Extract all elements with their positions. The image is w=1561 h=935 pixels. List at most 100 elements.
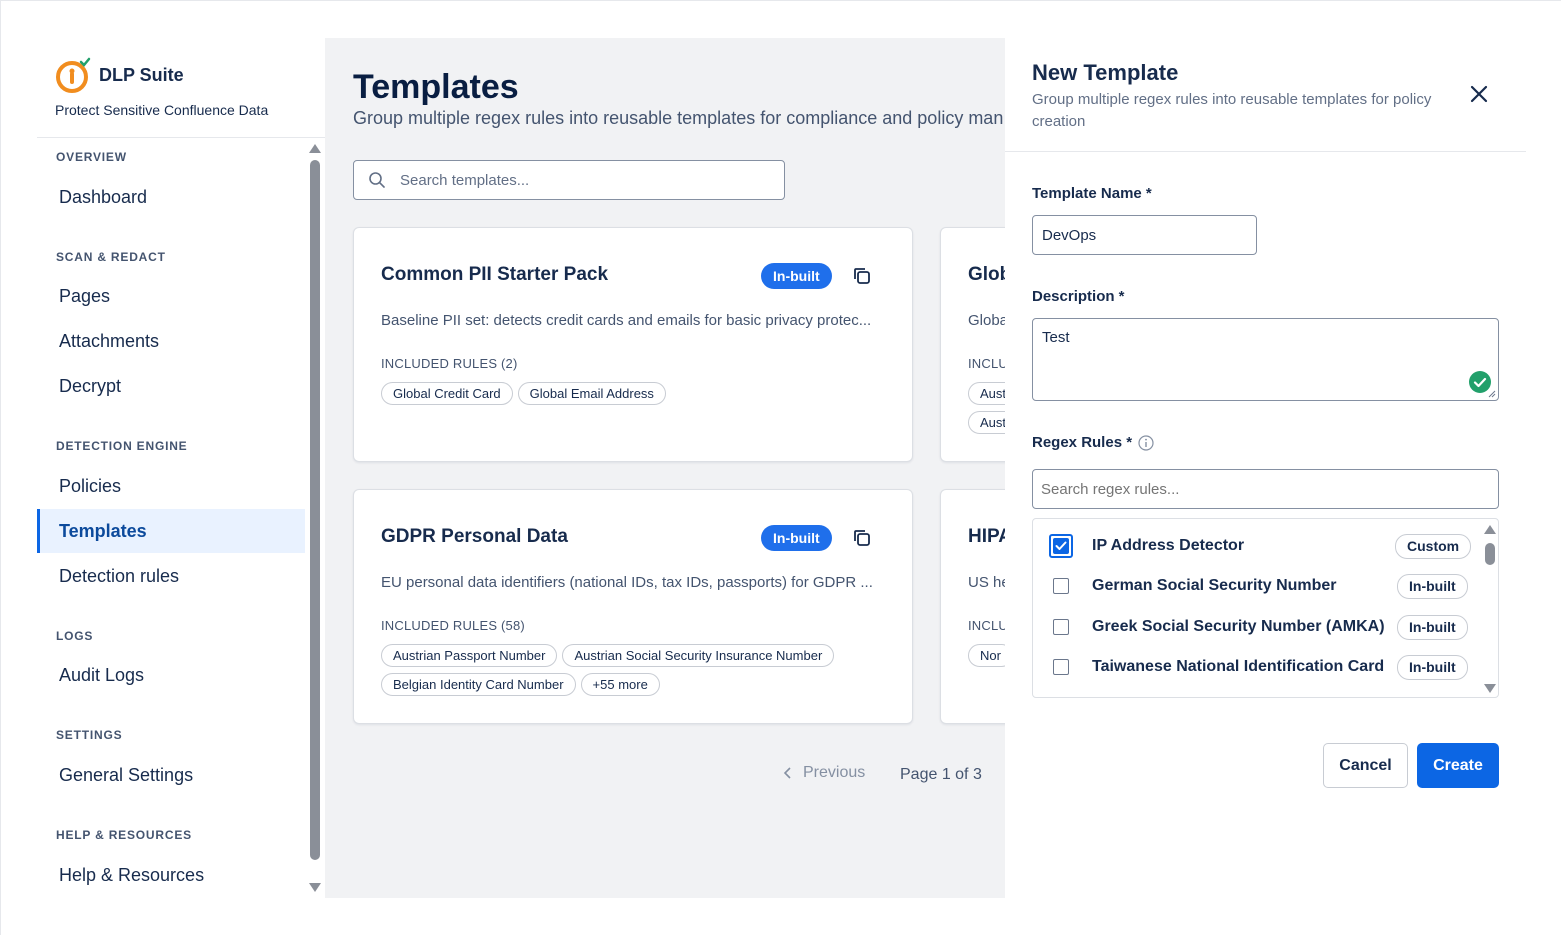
template-name-input[interactable] [1032, 215, 1257, 255]
rule-row-german-ssn[interactable]: German Social Security Number In-built [1033, 566, 1483, 606]
included-rules-label: INCLU [968, 618, 1005, 633]
checkmark-icon [1053, 538, 1069, 554]
sidebar-item-pages[interactable]: Pages [37, 274, 305, 318]
rule-checkbox[interactable] [1053, 578, 1069, 594]
included-rules-label: INCLU [968, 356, 1005, 371]
scroll-up-arrow-icon[interactable] [309, 144, 321, 153]
card-description: Globa [968, 312, 1005, 329]
page-subtitle: Group multiple regex rules into reusable… [353, 108, 1004, 128]
inbuilt-badge: In-built [761, 263, 832, 289]
template-card-common-pii[interactable]: Common PII Starter Pack In-built Baselin… [353, 227, 913, 462]
divider [1005, 151, 1526, 152]
rule-chips: Austrian Passport Number Austrian Social… [381, 644, 901, 696]
template-card-global[interactable]: Glob Globa INCLU Aust Aust [940, 227, 1005, 462]
sidebar-item-dashboard[interactable]: Dashboard [37, 175, 305, 219]
brand-name: DLP Suite [99, 64, 184, 85]
card-title: Glob [968, 264, 1005, 285]
rule-checkbox[interactable] [1053, 619, 1069, 635]
page-title: Templates [353, 68, 519, 106]
info-icon[interactable] [1138, 434, 1154, 451]
nav-section-logs: LOGS [56, 629, 94, 643]
chevron-left-icon [783, 767, 791, 779]
inbuilt-badge: In-built [761, 525, 832, 551]
regex-rules-label-row: Regex Rules * [1032, 434, 1154, 451]
new-template-drawer: New Template Group multiple regex rules … [1005, 38, 1526, 898]
sidebar-item-attachments[interactable]: Attachments [37, 319, 305, 363]
search-templates-input[interactable] [400, 171, 780, 189]
cancel-button[interactable]: Cancel [1323, 743, 1408, 788]
rule-row-taiwanese-id[interactable]: Taiwanese National Identification Card I… [1033, 647, 1483, 687]
rule-chip: Aust [968, 411, 1005, 434]
close-icon[interactable] [1467, 82, 1491, 106]
card-title: Common PII Starter Pack [381, 264, 609, 285]
rule-name: Greek Social Security Number (AMKA) [1092, 618, 1385, 635]
rule-name: Taiwanese National Identification Card [1092, 658, 1385, 675]
sidebar: DLP Suite Protect Sensitive Confluence D… [37, 38, 325, 898]
template-name-label: Template Name * [1032, 185, 1152, 202]
rule-name: German Social Security Number [1092, 577, 1337, 594]
sidebar-nav: OVERVIEW Dashboard SCAN & REDACT Pages A… [37, 138, 307, 898]
regex-rules-search-input[interactable] [1032, 469, 1499, 509]
rule-row-greek-amka[interactable]: Greek Social Security Number (AMKA) In-b… [1033, 607, 1483, 647]
resize-handle-icon[interactable] [1488, 390, 1496, 398]
card-description: Baseline PII set: detects credit cards a… [381, 312, 872, 329]
main-content: Templates Group multiple regex rules int… [325, 38, 1005, 898]
rule-checkbox[interactable] [1053, 659, 1069, 675]
description-value: Test [1042, 329, 1070, 346]
description-label: Description * [1032, 288, 1125, 305]
more-rules-chip[interactable]: +55 more [580, 673, 660, 696]
regex-rules-list: IP Address Detector Custom German Social… [1032, 518, 1499, 698]
rule-chip: Austrian Social Security Insurance Numbe… [562, 644, 835, 667]
card-title: HIPA [968, 526, 1005, 547]
brand-subtitle: Protect Sensitive Confluence Data [55, 102, 269, 118]
search-icon [369, 172, 385, 188]
card-title: GDPR Personal Data [381, 526, 568, 547]
rule-chip: Aust [968, 382, 1005, 405]
sidebar-item-detection-rules[interactable]: Detection rules [37, 554, 305, 598]
rule-checkbox[interactable] [1049, 534, 1073, 558]
nav-section-overview: OVERVIEW [56, 150, 127, 164]
copy-icon[interactable] [851, 527, 873, 549]
rules-list-scrollbar[interactable] [1484, 523, 1496, 695]
rule-chip: Global Credit Card [381, 382, 513, 405]
previous-page-button[interactable]: Previous [781, 764, 865, 782]
scroll-down-arrow-icon[interactable] [309, 883, 321, 892]
inbuilt-tag: In-built [1397, 654, 1468, 680]
template-card-hipaa[interactable]: HIPA US he INCLU Nor [940, 489, 1005, 724]
sidebar-item-audit-logs[interactable]: Audit Logs [37, 653, 305, 697]
search-templates[interactable] [353, 160, 785, 200]
sidebar-scrollbar[interactable] [308, 140, 322, 898]
card-description: EU personal data identifiers (national I… [381, 574, 873, 591]
rule-name: IP Address Detector [1092, 537, 1245, 554]
rule-row-ip-address[interactable]: IP Address Detector Custom [1033, 526, 1483, 566]
inbuilt-tag: In-built [1397, 614, 1468, 640]
brand[interactable]: DLP Suite [54, 56, 184, 94]
sidebar-item-help-resources[interactable]: Help & Resources [37, 853, 305, 897]
sidebar-item-templates[interactable]: Templates [37, 509, 305, 553]
rule-chip: Nor [968, 644, 1005, 667]
nav-section-help: HELP & RESOURCES [56, 828, 192, 842]
rule-chips: Nor [968, 644, 1005, 667]
sidebar-item-policies[interactable]: Policies [37, 464, 305, 508]
scrollbar-thumb[interactable] [310, 160, 320, 860]
card-description: US he [968, 574, 1005, 591]
included-rules-label: INCLUDED RULES (2) [381, 356, 518, 371]
create-button[interactable]: Create [1417, 743, 1499, 788]
template-card-gdpr[interactable]: GDPR Personal Data In-built EU personal … [353, 489, 913, 724]
nav-section-settings: SETTINGS [56, 728, 123, 742]
scroll-up-arrow-icon[interactable] [1484, 525, 1496, 534]
description-textarea[interactable]: Test [1032, 318, 1499, 401]
inbuilt-tag: In-built [1397, 573, 1468, 599]
scrollbar-thumb[interactable] [1485, 543, 1495, 565]
rule-chip: Belgian Identity Card Number [381, 673, 576, 696]
nav-section-scan-redact: SCAN & REDACT [56, 250, 166, 264]
copy-icon[interactable] [851, 265, 873, 287]
drawer-title: New Template [1032, 60, 1179, 85]
sidebar-item-general-settings[interactable]: General Settings [37, 753, 305, 797]
page-info: Page 1 of 3 [900, 766, 982, 783]
rule-chip: Global Email Address [517, 382, 666, 405]
sidebar-item-decrypt[interactable]: Decrypt [37, 364, 305, 408]
scroll-down-arrow-icon[interactable] [1484, 684, 1496, 693]
previous-label: Previous [803, 764, 866, 781]
regex-rules-label: Regex Rules * [1032, 434, 1133, 451]
